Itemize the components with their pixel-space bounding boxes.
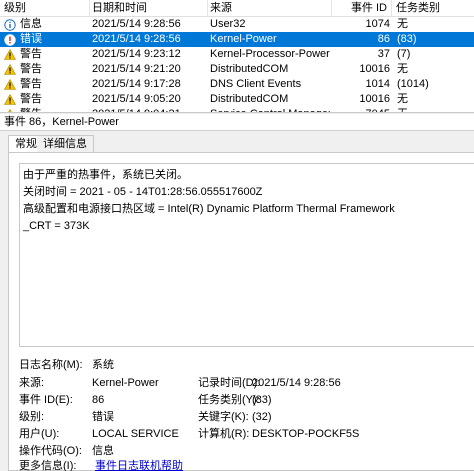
event-level: 警告: [4, 92, 90, 107]
column-header-task-category[interactable]: 任务类别: [392, 0, 474, 17]
event-row[interactable]: 警告 2021/5/14 9:21:20 DistributedCOM 10016 无: [0, 62, 474, 77]
event-id-label: 事件 ID(E):: [19, 394, 73, 406]
event-date: 2021/5/14 9:21:20: [92, 63, 181, 75]
event-date: 2021/5/14 9:04:21: [92, 107, 206, 112]
event-task-category: (83): [397, 33, 417, 45]
event-level: 警告: [4, 77, 90, 92]
computer-value: DESKTOP-POCKF5S: [252, 428, 360, 440]
logged-label: 记录时间(D):: [198, 377, 261, 389]
warning-icon: [4, 48, 17, 60]
event-id: 7045: [334, 107, 390, 112]
warning-icon: [4, 108, 16, 112]
user-value: LOCAL SERVICE: [92, 428, 179, 440]
task-category-label: 任务类别(Y):: [198, 394, 260, 406]
info-icon: [4, 19, 16, 31]
warning-icon: [4, 63, 17, 75]
event-id: 1014: [365, 78, 390, 90]
description-line: 关闭时间 = 2021 - 05 - 14T01:28:56.055517600…: [23, 186, 263, 198]
event-date: 2021/5/14 9:28:56: [92, 33, 181, 45]
event-source: Service Control Manager: [210, 107, 330, 112]
event-row[interactable]: 警告 2021/5/14 9:23:12 Kernel-Processor-Powe…: [0, 47, 474, 62]
event-date: 2021/5/14 9:05:20: [92, 93, 181, 105]
general-tab-panel: 由于严重的热事件，系统已关闭。 关闭时间 = 2021 - 05 - 14T01…: [8, 152, 474, 471]
event-level: 警告: [4, 62, 90, 77]
event-date: 2021/5/14 9:17:28: [92, 78, 181, 90]
column-header-event-id[interactable]: 事件 ID: [330, 0, 392, 17]
event-task-category: 无: [397, 63, 408, 75]
event-row[interactable]: 信息 2021/5/14 9:28:56 User32 1074 无: [0, 17, 474, 32]
task-category-value: (83): [252, 394, 272, 406]
log-name-value: 系统: [92, 359, 114, 371]
event-date: 2021/5/14 9:23:12: [92, 48, 181, 60]
keywords-value: (32): [252, 411, 272, 423]
more-info-label: 更多信息(I):: [19, 460, 77, 471]
warning-icon: [4, 78, 17, 90]
level-value: 错误: [92, 411, 114, 423]
column-header-date[interactable]: 日期和时间: [88, 0, 208, 17]
event-task-category: 无: [397, 107, 474, 112]
event-level: 信息: [4, 17, 90, 32]
event-source: Kernel-Power: [210, 33, 277, 45]
event-row[interactable]: 警告 2021/5/14 9:05:20 DistributedCOM 10016 无: [0, 92, 474, 107]
event-task-category: 无: [397, 18, 408, 30]
event-level: 警告: [4, 107, 90, 112]
column-header-level[interactable]: 级别: [0, 0, 90, 17]
description-line: 高级配置和电源接口热区域 = Intel(R) Dynamic Platform…: [23, 203, 395, 215]
event-row[interactable]: 警告 2021/5/14 9:17:28 DNS Client Events 1014…: [0, 77, 474, 92]
event-source: User32: [210, 18, 246, 30]
log-name-label: 日志名称(M):: [19, 359, 83, 371]
event-row[interactable]: 警告2021/5/14 9:04:21 Service Control Manag…: [0, 107, 474, 112]
list-header: 级别 日期和时间 来源 事件 ID 任务类别: [0, 0, 474, 17]
event-task-category: (1014): [397, 78, 429, 90]
event-id: 1074: [365, 18, 390, 30]
event-level: 警告: [4, 47, 90, 62]
computer-label: 计算机(R):: [198, 428, 250, 440]
column-header-source[interactable]: 来源: [206, 0, 332, 17]
event-id: 10016: [359, 63, 390, 75]
opcode-value: 信息: [92, 445, 114, 457]
level-label: 级别:: [19, 411, 45, 423]
event-source: DNS Client Events: [210, 78, 302, 90]
event-id-value: 86: [92, 394, 105, 406]
event-level: 错误: [4, 32, 90, 47]
event-description[interactable]: 由于严重的热事件，系统已关闭。 关闭时间 = 2021 - 05 - 14T01…: [19, 163, 474, 347]
description-line: 由于严重的热事件，系统已关闭。: [23, 169, 188, 181]
event-id: 86: [377, 33, 390, 45]
event-id: 10016: [359, 93, 390, 105]
event-log-online-help-link[interactable]: 事件日志联机帮助: [95, 459, 183, 471]
event-source: DistributedCOM: [210, 93, 289, 105]
tab-details[interactable]: 详细信息: [37, 135, 94, 153]
error-icon: [4, 34, 16, 46]
event-detail-title: 事件 86，Kernel-Power: [0, 114, 474, 131]
event-task-category: (7): [397, 48, 411, 60]
event-source: Kernel-Processor-Power (Micro...: [210, 48, 330, 60]
logged-value: 2021/5/14 9:28:56: [252, 377, 341, 389]
event-row[interactable]: 错误 2021/5/14 9:28:56 Kernel-Power 86 (83): [0, 32, 474, 47]
source-value: Kernel-Power: [92, 377, 159, 389]
warning-icon: [4, 93, 17, 105]
event-id: 37: [377, 48, 390, 60]
keywords-label: 关键字(K):: [198, 411, 249, 423]
user-label: 用户(U):: [19, 428, 60, 440]
event-task-category: 无: [397, 93, 408, 105]
opcode-label: 操作代码(O):: [19, 445, 82, 457]
event-date: 2021/5/14 9:28:56: [92, 18, 181, 30]
event-source: DistributedCOM: [210, 63, 289, 75]
source-label: 来源:: [19, 377, 45, 389]
description-line: _CRT = 373K: [23, 220, 90, 232]
event-list[interactable]: 级别 日期和时间 来源 事件 ID 任务类别 信息 2021/5/14 9:28:…: [0, 0, 474, 113]
